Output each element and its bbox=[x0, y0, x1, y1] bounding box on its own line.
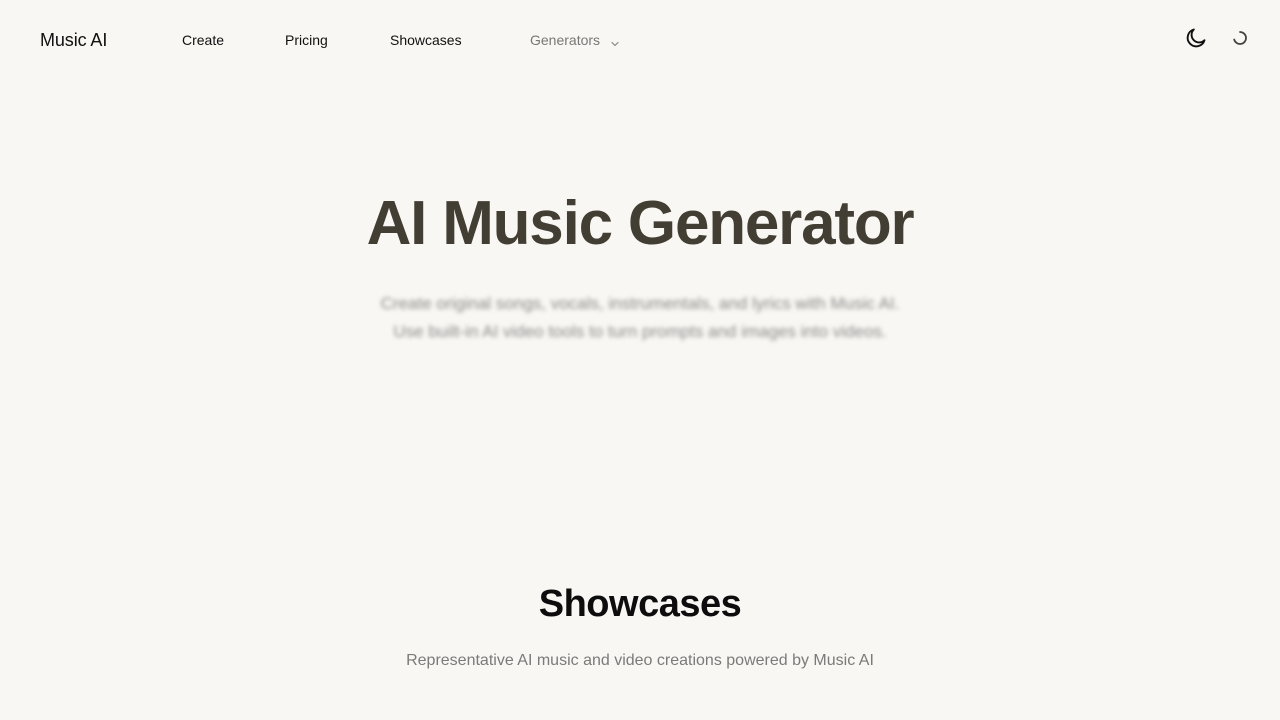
moon-icon bbox=[1184, 26, 1208, 55]
brand-logo-link[interactable]: Music AI bbox=[40, 28, 107, 52]
nav-create-link[interactable]: Create bbox=[182, 31, 224, 49]
hero-title: AI Music Generator bbox=[366, 189, 915, 258]
showcases-subtitle: Representative AI music and video creati… bbox=[406, 652, 874, 669]
spinner-icon bbox=[1231, 29, 1249, 52]
chevron-down-icon bbox=[610, 35, 620, 47]
nav-generators-label: Generators bbox=[530, 32, 601, 48]
loading-indicator bbox=[1227, 27, 1253, 53]
hero-subtitle-line-1: Create original songs, vocals, instrumen… bbox=[380, 294, 900, 313]
hero-subtitle: Create original songs, vocals, instrumen… bbox=[340, 290, 940, 346]
nav-generators-dropdown[interactable]: Generators bbox=[530, 31, 620, 49]
page: Music AI Create Pricing Showcases Genera… bbox=[0, 0, 1280, 720]
nav-showcases-link[interactable]: Showcases bbox=[390, 31, 462, 49]
showcases-title: Showcases bbox=[538, 583, 742, 625]
theme-toggle-button[interactable] bbox=[1183, 27, 1209, 53]
nav-pricing-link[interactable]: Pricing bbox=[285, 31, 328, 49]
hero-subtitle-line-2: Use built-in AI video tools to turn prom… bbox=[393, 322, 887, 341]
site-header: Music AI Create Pricing Showcases Genera… bbox=[0, 0, 1280, 80]
